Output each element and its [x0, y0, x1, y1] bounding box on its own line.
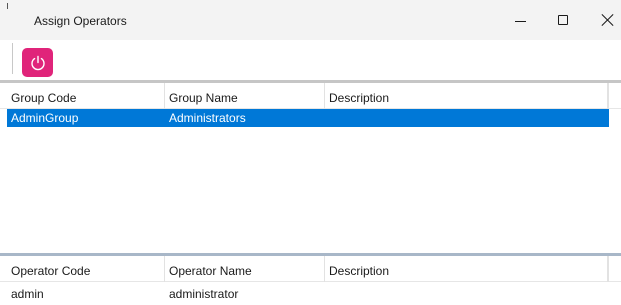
toolbar	[0, 40, 621, 80]
operator-name-cell: administrator	[169, 287, 239, 301]
operator-code-cell: admin	[11, 287, 44, 301]
column-header-group-name[interactable]: Group Name	[165, 83, 325, 109]
group-code-cell: AdminGroup	[11, 111, 79, 125]
column-header-operator-code[interactable]: Operator Code	[7, 256, 165, 282]
groups-grid-header: Group Code Group Name Description	[0, 83, 621, 109]
table-row[interactable]: admin administrator	[7, 282, 609, 302]
operators-grid[interactable]: Operator Code Operator Name Description …	[0, 256, 621, 305]
operators-grid-header: Operator Code Operator Name Description	[0, 256, 621, 282]
group-name-cell: Administrators	[169, 111, 246, 125]
minimize-icon	[514, 20, 526, 22]
title-bar[interactable]: Assign Operators	[0, 0, 621, 40]
minimize-button[interactable]	[497, 0, 543, 40]
column-header-group-code[interactable]: Group Code	[7, 83, 165, 109]
toolbar-separator	[12, 43, 13, 74]
assign-operators-window: Assign Operators Group Code Group Name D…	[0, 0, 621, 305]
title-bar-mark	[7, 3, 8, 9]
operator-description-cell	[325, 282, 608, 302]
groups-grid[interactable]: Group Code Group Name Description AdminG…	[0, 83, 621, 253]
close-button[interactable]	[585, 0, 621, 40]
column-divider	[608, 256, 609, 282]
maximize-button[interactable]	[540, 0, 586, 40]
exit-button[interactable]	[22, 48, 53, 77]
power-icon	[30, 55, 45, 70]
maximize-icon	[558, 15, 568, 25]
window-title: Assign Operators	[34, 14, 127, 28]
group-description-cell	[325, 109, 608, 127]
column-divider	[608, 83, 609, 109]
column-header-description[interactable]: Description	[325, 256, 608, 282]
table-row[interactable]: AdminGroup Administrators	[7, 109, 609, 127]
column-header-description[interactable]: Description	[325, 83, 608, 109]
column-header-operator-name[interactable]: Operator Name	[165, 256, 325, 282]
close-icon	[602, 14, 614, 26]
